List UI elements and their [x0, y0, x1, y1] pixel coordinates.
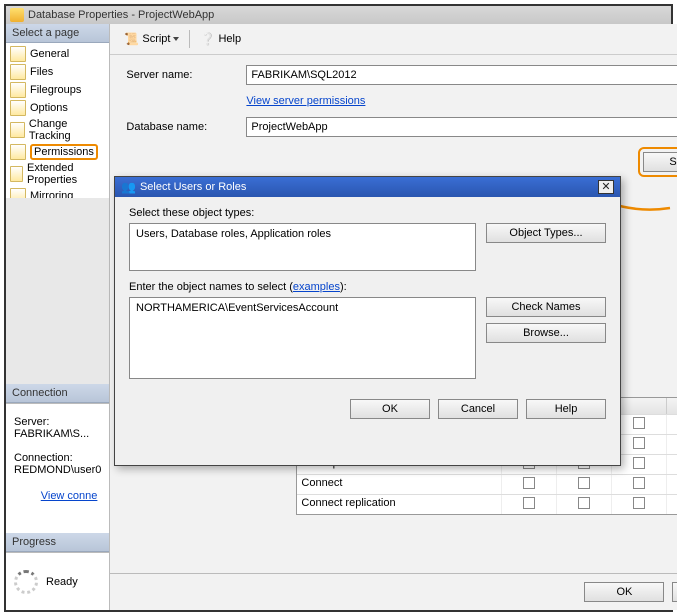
object-types-label: Select these object types:	[129, 207, 606, 219]
sidebar-item-change-tracking[interactable]: Change Tracking	[6, 117, 109, 143]
server-value: FABRIKAM\S...	[14, 428, 101, 440]
help-button[interactable]: Help	[196, 30, 245, 48]
main-window: Database Properties - ProjectWebApp Sele…	[4, 4, 673, 612]
search-button[interactable]: Search...	[643, 152, 677, 172]
left-pane: Select a page General Files Filegroups Opti…	[6, 24, 110, 610]
server-name-label: Server name:	[126, 69, 246, 81]
object-types-button[interactable]: Object Types...	[486, 223, 606, 243]
sidebar-item-options[interactable]: Options	[6, 99, 109, 117]
view-server-permissions-link[interactable]: View server permissions	[246, 95, 365, 107]
sidebar-item-label: Options	[30, 102, 68, 114]
cancel-button[interactable]: Cancel	[672, 582, 677, 602]
connection-value: REDMOND\user0	[14, 464, 101, 476]
window-title: Database Properties - ProjectWebApp	[28, 9, 214, 21]
sidebar-item-label: Extended Properties	[27, 162, 105, 186]
view-connection-link[interactable]: View conne	[41, 490, 98, 502]
checkbox[interactable]	[578, 477, 590, 489]
sidebar-item-permissions[interactable]: Permissions	[6, 143, 109, 161]
sidebar-item-label: Permissions	[34, 146, 94, 158]
modal-cancel-button[interactable]: Cancel	[438, 399, 518, 419]
page-icon	[10, 122, 25, 138]
users-icon	[121, 180, 136, 194]
permission-name: Connect replication	[297, 495, 502, 514]
dialog-titlebar: Select Users or Roles ✕	[115, 177, 620, 197]
page-icon	[10, 100, 26, 116]
connection-header: Connection	[6, 384, 109, 403]
browse-button[interactable]: Browse...	[486, 323, 606, 343]
sidebar-item-filegroups[interactable]: Filegroups	[6, 81, 109, 99]
sidebar-item-label: Change Tracking	[29, 118, 106, 142]
sidebar-item-label: General	[30, 48, 69, 60]
table-row: Connect	[297, 474, 677, 494]
script-button[interactable]: Script	[120, 30, 183, 48]
page-icon	[10, 46, 26, 62]
examples-link[interactable]: examples	[293, 281, 340, 293]
checkbox[interactable]	[523, 477, 535, 489]
select-users-dialog: Select Users or Roles ✕ Select these obj…	[114, 176, 621, 466]
sidebar-item-extended-properties[interactable]: Extended Properties	[6, 161, 109, 187]
db-icon	[10, 8, 24, 22]
script-icon	[124, 32, 139, 46]
page-icon	[10, 144, 26, 160]
close-button[interactable]: ✕	[598, 180, 614, 194]
permission-name: Connect	[297, 475, 502, 494]
checkbox[interactable]	[633, 497, 645, 509]
sidebar-item-files[interactable]: Files	[6, 63, 109, 81]
sidebar-item-label: Files	[30, 66, 53, 78]
object-names-label: Enter the object names to select (exampl…	[129, 281, 606, 293]
checkbox[interactable]	[633, 457, 645, 469]
dialog-footer: OK Cancel	[110, 573, 677, 610]
toolbar: Script Help	[110, 24, 677, 55]
progress-status: Ready	[46, 576, 78, 588]
chevron-down-icon	[173, 37, 179, 41]
help-icon	[200, 32, 215, 46]
object-names-input[interactable]: NORTHAMERICA\EventServicesAccount	[129, 297, 476, 379]
database-name-label: Database name:	[126, 121, 246, 133]
connection-label: Connection:	[14, 452, 101, 464]
modal-ok-button[interactable]: OK	[350, 399, 430, 419]
checkbox[interactable]	[578, 497, 590, 509]
page-list: General Files Filegroups Options Change Trac…	[6, 43, 109, 198]
checkbox[interactable]	[633, 477, 645, 489]
check-names-button[interactable]: Check Names	[486, 297, 606, 317]
page-icon	[10, 82, 26, 98]
select-page-header: Select a page	[6, 24, 109, 43]
sidebar-item-label: Filegroups	[30, 84, 81, 96]
sidebar-item-general[interactable]: General	[6, 45, 109, 63]
server-name-input[interactable]	[246, 65, 677, 85]
page-icon	[10, 166, 23, 182]
table-row: Connect replication▼	[297, 494, 677, 514]
progress-header: Progress	[6, 533, 109, 552]
dialog-title: Select Users or Roles	[140, 181, 246, 193]
ok-button[interactable]: OK	[584, 582, 664, 602]
titlebar: Database Properties - ProjectWebApp	[6, 6, 671, 24]
checkbox[interactable]	[633, 437, 645, 449]
checkbox[interactable]	[633, 417, 645, 429]
modal-help-button[interactable]: Help	[526, 399, 606, 419]
page-icon	[10, 64, 26, 80]
search-highlight: Search...	[638, 147, 677, 177]
checkbox[interactable]	[523, 497, 535, 509]
database-name-input[interactable]	[246, 117, 677, 137]
object-types-box: Users, Database roles, Application roles	[129, 223, 476, 271]
server-label: Server:	[14, 416, 101, 428]
progress-spinner-icon	[14, 570, 38, 594]
